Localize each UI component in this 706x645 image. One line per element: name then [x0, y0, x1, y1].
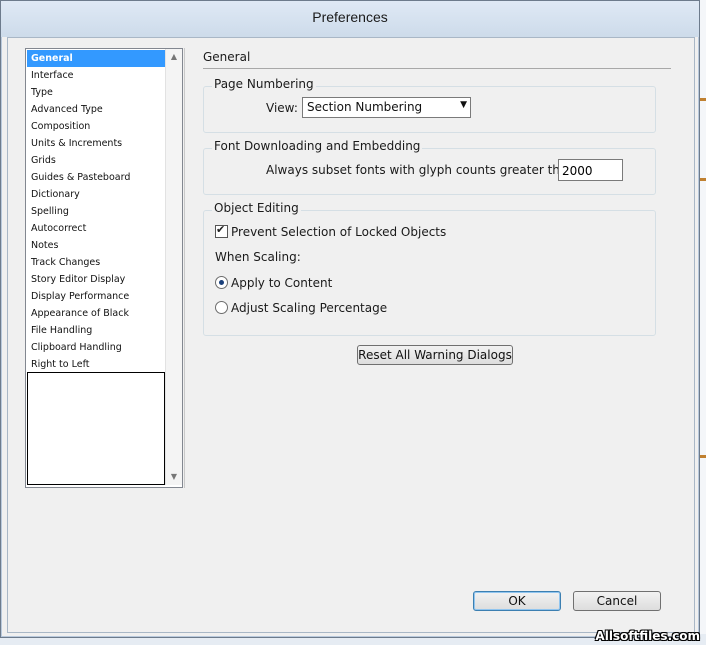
category-item[interactable]: Display Performance [27, 288, 166, 305]
category-item[interactable]: Notes [27, 237, 166, 254]
reset-warning-dialogs-button[interactable]: Reset All Warning Dialogs [357, 345, 513, 365]
category-list-scrollbar[interactable]: ▲ ▼ [165, 49, 182, 485]
object-editing-label: Object Editing [212, 201, 301, 215]
when-scaling-label: When Scaling: [215, 250, 301, 264]
cancel-button[interactable]: Cancel [573, 591, 661, 611]
category-list[interactable]: General Interface Type Advanced Type Composi… [25, 48, 183, 488]
checkmark-icon: ✔ [216, 223, 226, 236]
title-bar[interactable]: Preferences [1, 1, 699, 37]
page-numbering-label: Page Numbering [212, 77, 316, 91]
window-title: Preferences [312, 9, 388, 25]
prevent-selection-checkbox[interactable]: ✔ [215, 223, 228, 238]
category-item[interactable]: Right to Left [27, 356, 166, 373]
adjust-scaling-radio[interactable] [215, 301, 228, 314]
category-item[interactable]: Composition [27, 118, 166, 135]
font-downloading-label: Font Downloading and Embedding [212, 139, 423, 153]
heading-divider [203, 68, 671, 69]
prevent-selection-label[interactable]: Prevent Selection of Locked Objects [231, 225, 446, 239]
category-item[interactable]: Autocorrect [27, 220, 166, 237]
apply-to-content-radio[interactable] [215, 276, 228, 289]
category-list-empty-area [27, 372, 165, 485]
view-select[interactable]: Section Numbering ▼ [302, 97, 471, 118]
view-label: View: [266, 101, 298, 115]
category-item[interactable]: Appearance of Black [27, 305, 166, 322]
subset-glyph-count-field[interactable] [558, 159, 623, 181]
category-item[interactable]: Spelling [27, 203, 166, 220]
adjust-scaling-label[interactable]: Adjust Scaling Percentage [231, 301, 387, 315]
watermark-text: Allsoftfiles.com [595, 629, 700, 643]
category-item[interactable]: General [27, 50, 166, 67]
panel-heading: General [203, 50, 251, 64]
subset-fonts-label: Always subset fonts with glyph counts gr… [266, 163, 579, 177]
subset-glyph-count-input[interactable] [562, 162, 620, 180]
scroll-up-arrow-icon[interactable]: ▲ [166, 50, 182, 64]
category-item[interactable]: Dictionary [27, 186, 166, 203]
scroll-down-arrow-icon[interactable]: ▼ [166, 470, 182, 484]
category-item[interactable]: Advanced Type [27, 101, 166, 118]
view-select-value: Section Numbering [307, 100, 423, 114]
category-item[interactable]: Units & Increments [27, 135, 166, 152]
category-item[interactable]: Track Changes [27, 254, 166, 271]
chevron-down-icon: ▼ [460, 100, 467, 110]
apply-to-content-label[interactable]: Apply to Content [231, 276, 332, 290]
category-item[interactable]: File Handling [27, 322, 166, 339]
category-item[interactable]: Clipboard Handling [27, 339, 166, 356]
category-item[interactable]: Interface [27, 67, 166, 84]
radio-selected-dot [219, 280, 224, 285]
ok-button[interactable]: OK [473, 591, 561, 611]
category-item[interactable]: Story Editor Display [27, 271, 166, 288]
list-divider [184, 48, 185, 488]
category-item[interactable]: Type [27, 84, 166, 101]
category-item[interactable]: Grids [27, 152, 166, 169]
category-item[interactable]: Guides & Pasteboard [27, 169, 166, 186]
